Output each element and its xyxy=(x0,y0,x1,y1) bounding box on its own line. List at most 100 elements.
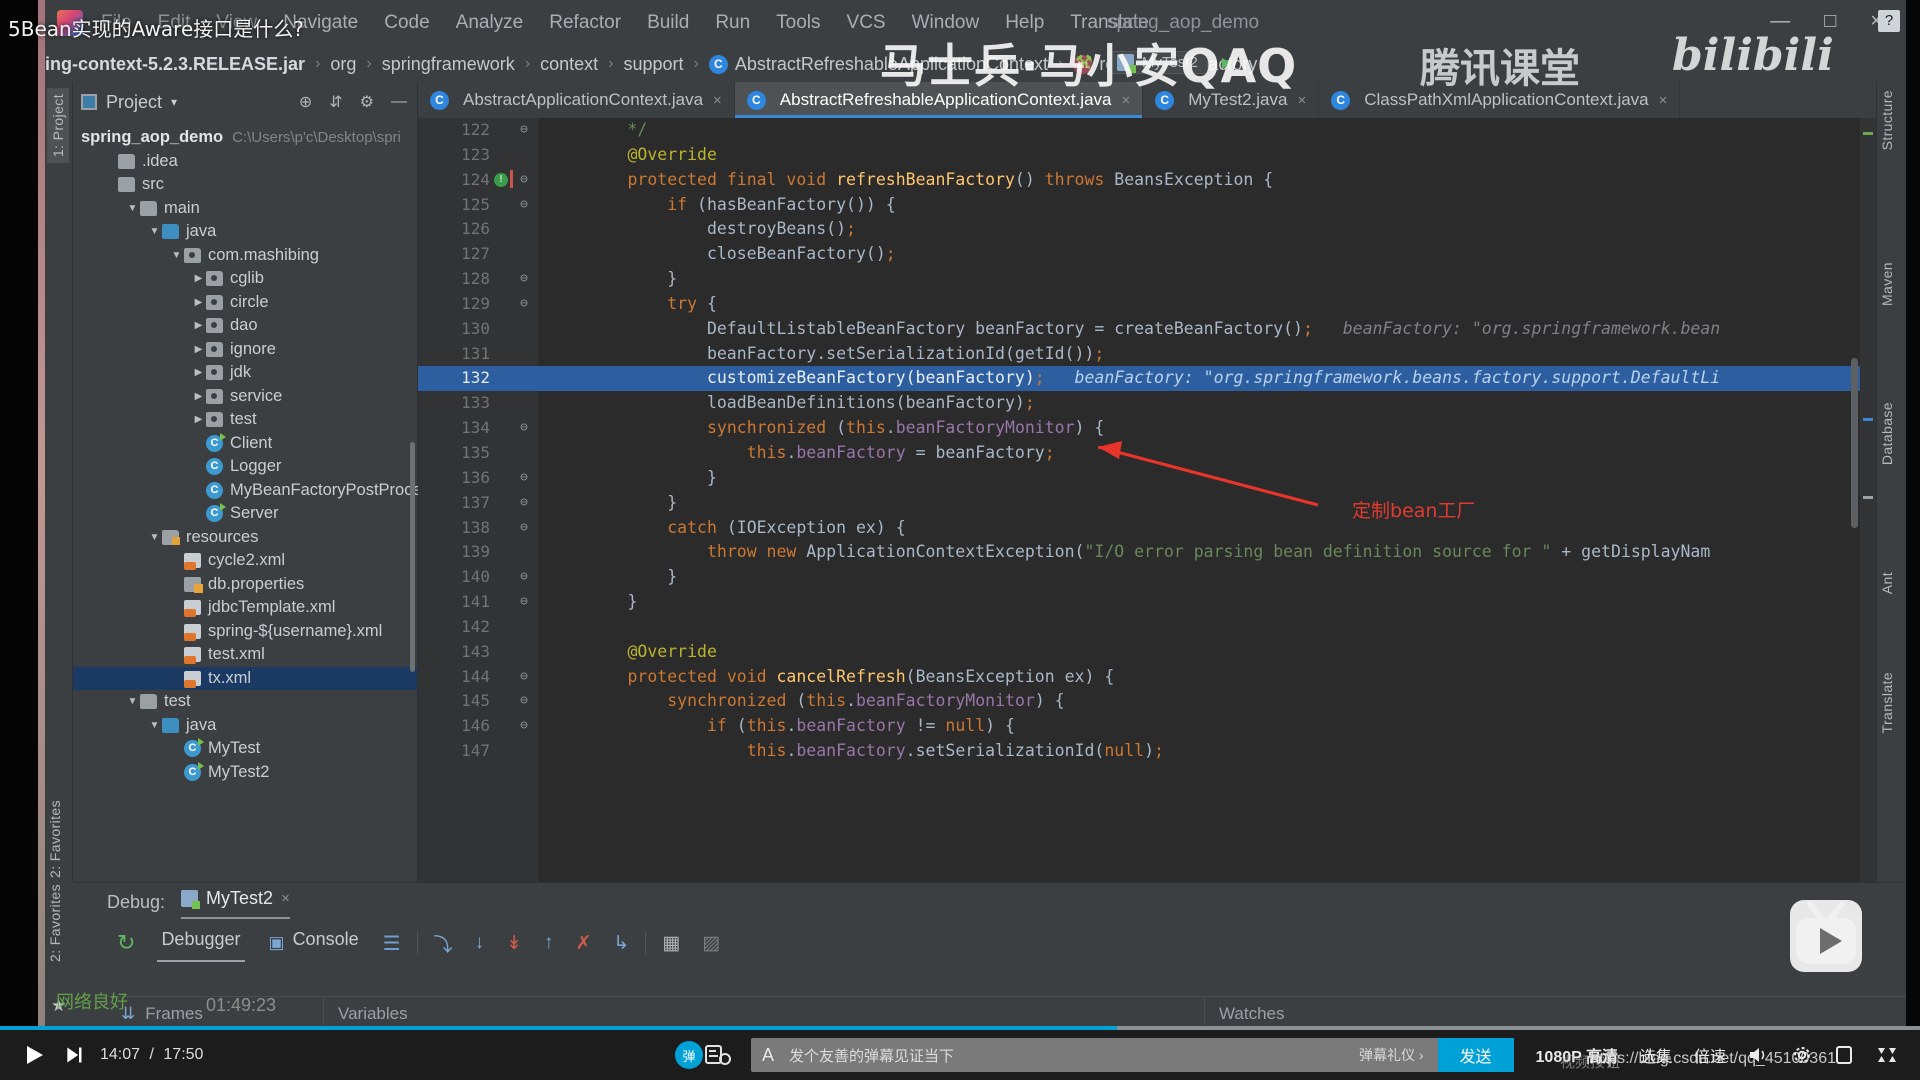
locate-icon[interactable]: ⊕ xyxy=(299,92,312,112)
fold-marker-icon[interactable]: ⊖ xyxy=(514,193,534,218)
danmaku-toggle-button[interactable]: 弹 xyxy=(674,1041,703,1069)
next-episode-button[interactable] xyxy=(64,1045,84,1065)
menu-refactor[interactable]: Refactor xyxy=(549,12,621,34)
video-frame[interactable]: File Edit View Navigate Code Analyze Ref… xyxy=(0,0,1920,1030)
menu-analyze[interactable]: Analyze xyxy=(456,12,524,34)
tree-item[interactable]: •C Logger xyxy=(73,455,417,479)
chevron-right-icon[interactable]: ▶ xyxy=(191,297,206,308)
code-line[interactable]: 130 DefaultListableBeanFactory beanFacto… xyxy=(418,317,1876,342)
tool-tab-ant[interactable]: Ant xyxy=(1879,572,1895,594)
tree-item[interactable]: ▼ com.mashibing xyxy=(73,244,417,268)
danmaku-style-icon[interactable]: A xyxy=(751,1045,785,1066)
fold-marker-icon[interactable]: ⊖ xyxy=(514,118,534,143)
fold-marker-icon[interactable]: ⊖ xyxy=(514,565,534,590)
code-line[interactable]: 128 ⊖ } xyxy=(418,267,1876,292)
tool-tab-maven[interactable]: Maven xyxy=(1879,262,1895,306)
tree-item[interactable]: ▶ cglib xyxy=(73,267,417,291)
fold-marker-icon[interactable]: ⊖ xyxy=(514,416,534,441)
tree-item[interactable]: ▼ resources xyxy=(73,526,417,550)
hide-panel-icon[interactable]: — xyxy=(391,93,407,111)
fold-marker-icon[interactable]: ⊖ xyxy=(514,267,534,292)
code-line[interactable]: 133 loadBeanDefinitions(beanFactory); xyxy=(418,391,1876,416)
step-out-icon[interactable]: ↑ xyxy=(544,932,554,954)
fold-marker-icon[interactable]: ⊖ xyxy=(514,516,534,541)
code-line[interactable]: 132 customizeBeanFactory(beanFactory); b… xyxy=(418,366,1876,392)
editor-tab[interactable]: C AbstractApplicationContext.java × xyxy=(418,82,735,118)
danmaku-settings-icon[interactable] xyxy=(703,1043,733,1067)
console-tab[interactable]: Console xyxy=(293,929,359,958)
code-line[interactable]: 145 ⊖ synchronized (this.beanFactoryMonit… xyxy=(418,689,1876,714)
tree-item[interactable]: •CMyTest xyxy=(73,737,417,761)
error-stripe-gutter[interactable] xyxy=(1860,118,1876,884)
tree-item[interactable]: • src xyxy=(73,173,417,197)
tree-item[interactable]: • .idea xyxy=(73,150,417,174)
code-line[interactable]: 134 ⊖ synchronized (this.beanFactoryMonit… xyxy=(418,416,1876,441)
tree-item[interactable]: • cycle2.xml xyxy=(73,549,417,573)
code-line[interactable]: 135 this.beanFactory = beanFactory; xyxy=(418,441,1876,466)
chevron-right-icon[interactable]: ▶ xyxy=(191,414,206,425)
play-button[interactable] xyxy=(22,1043,46,1067)
close-icon[interactable]: × xyxy=(713,92,722,109)
tree-item[interactable]: ▶ jdk xyxy=(73,361,417,385)
layout-icon[interactable]: ☰ xyxy=(383,931,401,956)
debug-session-tab[interactable]: MyTest2 × xyxy=(181,888,290,919)
chevron-down-icon[interactable]: ▾ xyxy=(171,95,177,109)
tree-item[interactable]: ▼ test xyxy=(73,690,417,714)
tree-item[interactable]: ▼ java xyxy=(73,220,417,244)
chevron-down-icon[interactable]: ▼ xyxy=(125,696,140,707)
help-badge-icon[interactable]: ? xyxy=(1878,10,1900,32)
menu-tools[interactable]: Tools xyxy=(776,12,820,34)
code-line[interactable]: 126 destroyBeans(); xyxy=(418,217,1876,242)
danmaku-send-button[interactable]: 发送 xyxy=(1437,1038,1514,1072)
tool-tab-favorites-bottom[interactable]: 2: Favorites xyxy=(47,884,63,962)
debugger-tab[interactable]: Debugger xyxy=(157,929,245,962)
tree-item[interactable]: ▼ main xyxy=(73,197,417,221)
evaluate-expression-icon[interactable]: ▦ xyxy=(662,932,680,955)
chevron-down-icon[interactable]: ▼ xyxy=(147,226,162,237)
fold-marker-icon[interactable]: ⊖ xyxy=(514,292,534,317)
chevron-right-icon[interactable]: ▶ xyxy=(191,273,206,284)
gear-icon[interactable]: ⚙ xyxy=(360,92,374,112)
code-line[interactable]: 137 ⊖ } xyxy=(418,491,1876,516)
close-icon[interactable]: × xyxy=(281,890,290,907)
code-line[interactable]: 143 @Override xyxy=(418,640,1876,665)
force-step-into-icon[interactable]: ↡ xyxy=(506,932,522,955)
chevron-down-icon[interactable]: ▼ xyxy=(125,203,140,214)
tree-root[interactable]: spring_aop_demo C:\Users\p'c\Desktop\spr… xyxy=(73,126,417,150)
bilibili-logo-icon[interactable] xyxy=(1790,900,1862,972)
chevron-down-icon[interactable]: ▼ xyxy=(147,532,162,543)
tree-item[interactable]: •CMyTest2 xyxy=(73,761,417,785)
fold-marker-icon[interactable]: ⊖ xyxy=(514,689,534,714)
chevron-right-icon[interactable]: ▶ xyxy=(191,320,206,331)
code-line[interactable]: 125 ⊖ if (hasBeanFactory()) { xyxy=(418,193,1876,218)
code-line[interactable]: 127 closeBeanFactory(); xyxy=(418,242,1876,267)
fullscreen-button[interactable] xyxy=(1876,1045,1898,1065)
code-line[interactable]: 144 ⊖ protected void cancelRefresh(BeansE… xyxy=(418,665,1876,690)
tool-tab-database[interactable]: Database xyxy=(1879,402,1895,465)
close-icon[interactable]: × xyxy=(1659,92,1668,109)
tree-item[interactable]: • jdbcTemplate.xml xyxy=(73,596,417,620)
danmaku-input[interactable]: 发个友善的弹幕见证当下 xyxy=(785,1045,1345,1066)
chevron-right-icon[interactable]: ▶ xyxy=(191,391,206,402)
breadcrumb-org[interactable]: org xyxy=(330,54,356,75)
code-line[interactable]: 142 xyxy=(418,615,1876,640)
drop-frame-icon[interactable]: ✗ xyxy=(575,932,591,955)
chevron-right-icon[interactable]: ▶ xyxy=(191,344,206,355)
tree-item[interactable]: •CClient xyxy=(73,432,417,456)
widescreen-button[interactable] xyxy=(1834,1045,1854,1065)
chevron-down-icon[interactable]: ▼ xyxy=(147,720,162,731)
tree-item[interactable]: ▶ test xyxy=(73,408,417,432)
tree-item[interactable]: •CServer xyxy=(73,502,417,526)
danmaku-etiquette-link[interactable]: 弹幕礼仪 › xyxy=(1345,1045,1438,1065)
rerun-icon[interactable]: ↻ xyxy=(117,930,135,956)
code-line[interactable]: 131 beanFactory.setSerializationId(getId… xyxy=(418,342,1876,367)
menu-build[interactable]: Build xyxy=(647,12,689,34)
mute-breakpoints-icon[interactable]: ▨ xyxy=(702,932,720,955)
fold-marker-icon[interactable]: ⊖ xyxy=(514,714,534,739)
tool-tab-translate[interactable]: Translate xyxy=(1879,672,1895,733)
menu-code[interactable]: Code xyxy=(384,12,429,34)
fold-marker-icon[interactable]: ⊖ xyxy=(514,466,534,491)
code-line[interactable]: 139 throw new ApplicationContextExceptio… xyxy=(418,540,1876,565)
tool-tab-project[interactable]: 1: Project xyxy=(47,88,69,164)
breadcrumb-context[interactable]: context xyxy=(540,54,598,75)
